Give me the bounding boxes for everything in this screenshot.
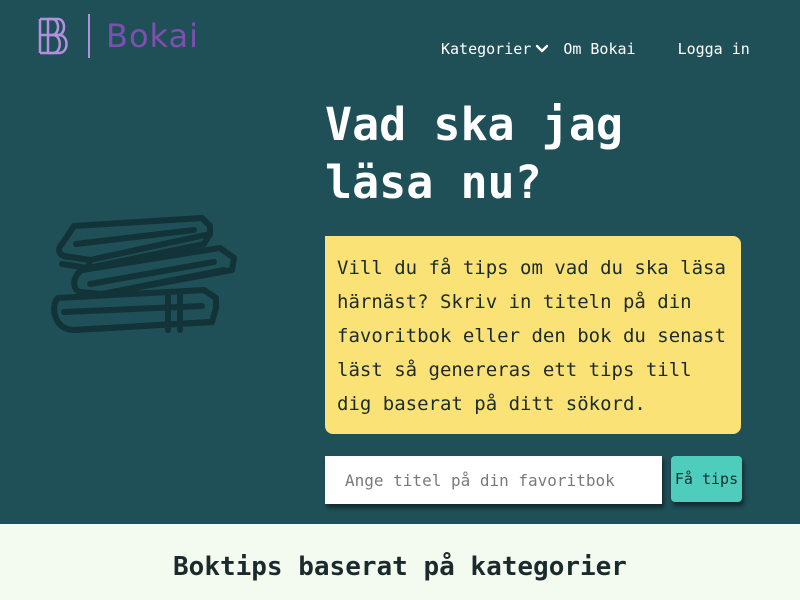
nav-about-label: Om Bokai	[563, 40, 636, 58]
hero-title: Vad ska jag läsa nu?	[325, 96, 745, 212]
login-label: Logga in	[677, 40, 750, 58]
book-stack-icon	[51, 215, 237, 333]
nav-item-about[interactable]: Om Bokai	[563, 40, 635, 58]
hero-title-line-2: läsa nu?	[325, 156, 542, 209]
nav-item-categories[interactable]: Kategorier	[441, 40, 549, 58]
book-title-search-input[interactable]	[325, 456, 662, 504]
nav-categories-label: Kategorier	[441, 40, 532, 58]
category-section-title: Boktips baserat på kategorier	[173, 552, 627, 582]
main-nav: Kategorier Om Bokai Logga in	[441, 40, 750, 58]
intro-text-box: Vill du få tips om vad du ska läsa härnä…	[325, 236, 741, 434]
brand-logo[interactable]: Bokai	[36, 14, 199, 58]
bb-monogram-icon	[38, 17, 68, 55]
hero-section: Bokai Kategorier Om Bokai Logga in Vad s…	[0, 0, 800, 524]
get-tips-button[interactable]: Få tips	[671, 456, 742, 502]
hero-title-line-1: Vad ska jag	[325, 98, 624, 151]
login-link[interactable]: Logga in	[678, 40, 750, 58]
logo-divider	[88, 14, 90, 58]
brand-name: Bokai	[106, 17, 199, 55]
chevron-down-icon	[536, 44, 549, 53]
intro-text: Vill du få tips om vad du ska läsa härnä…	[337, 257, 726, 415]
